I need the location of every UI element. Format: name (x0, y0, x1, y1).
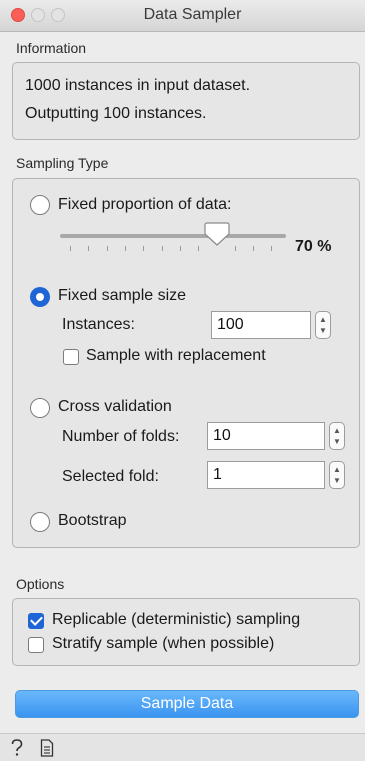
question-mark-icon[interactable] (10, 739, 24, 757)
fixed-proportion-radio[interactable] (30, 195, 50, 215)
number-of-folds-label: Number of folds: (62, 428, 180, 445)
window-title: Data Sampler (143, 6, 242, 23)
replicable-sampling-checkbox[interactable] (28, 613, 44, 629)
cross-validation-label[interactable]: Cross validation (58, 398, 172, 416)
fixed-sample-size-radio[interactable] (30, 287, 50, 307)
bootstrap-label[interactable]: Bootstrap (58, 512, 126, 530)
slider-tick (143, 246, 144, 251)
sample-with-replacement-label[interactable]: Sample with replacement (86, 347, 266, 365)
sampling-type-heading: Sampling Type (16, 155, 109, 171)
cross-validation-radio[interactable] (30, 398, 50, 418)
slider-tick (162, 246, 163, 251)
info-line-output: Outputting 100 instances. (25, 105, 207, 122)
selected-fold-label: Selected fold: (62, 468, 159, 485)
slider-tick (70, 246, 71, 251)
info-line-input: 1000 instances in input dataset. (25, 77, 251, 94)
fixed-proportion-label[interactable]: Fixed proportion of data: (58, 196, 231, 214)
stratify-sample-checkbox[interactable] (28, 637, 44, 653)
options-box (12, 598, 360, 666)
instances-label: Instances: (62, 316, 135, 333)
slider-tick (235, 246, 236, 251)
proportion-slider-knob[interactable] (204, 222, 230, 246)
stratify-sample-label[interactable]: Stratify sample (when possible) (52, 635, 274, 653)
slider-tick (198, 246, 199, 251)
replicable-sampling-label[interactable]: Replicable (deterministic) sampling (52, 611, 300, 629)
information-heading: Information (16, 40, 87, 56)
sample-data-button[interactable]: Sample Data (15, 690, 359, 718)
number-of-folds-stepper[interactable]: ▲ ▼ (329, 422, 345, 450)
instances-input[interactable] (211, 311, 311, 339)
slider-tick (271, 246, 272, 251)
slider-tick (180, 246, 181, 251)
proportion-value-label: 70 % (295, 238, 332, 255)
data-sampler-window: Data Sampler Information 1000 instances … (0, 0, 365, 761)
slider-tick (107, 246, 108, 251)
sample-with-replacement-checkbox[interactable] (63, 349, 79, 365)
status-bar (0, 733, 365, 761)
slider-tick (88, 246, 89, 251)
selected-fold-input[interactable] (207, 461, 325, 489)
instances-stepper[interactable]: ▲ ▼ (315, 311, 331, 339)
proportion-slider-track[interactable] (60, 234, 286, 238)
bootstrap-radio[interactable] (30, 512, 50, 532)
slider-tick (125, 246, 126, 251)
options-heading: Options (16, 576, 65, 592)
fixed-sample-size-label[interactable]: Fixed sample size (58, 287, 186, 305)
title-bar: Data Sampler (0, 0, 365, 32)
selected-fold-stepper[interactable]: ▲ ▼ (329, 461, 345, 489)
slider-tick (253, 246, 254, 251)
number-of-folds-input[interactable] (207, 422, 325, 450)
document-icon[interactable] (40, 739, 54, 757)
information-box: 1000 instances in input dataset. Outputt… (12, 62, 360, 140)
